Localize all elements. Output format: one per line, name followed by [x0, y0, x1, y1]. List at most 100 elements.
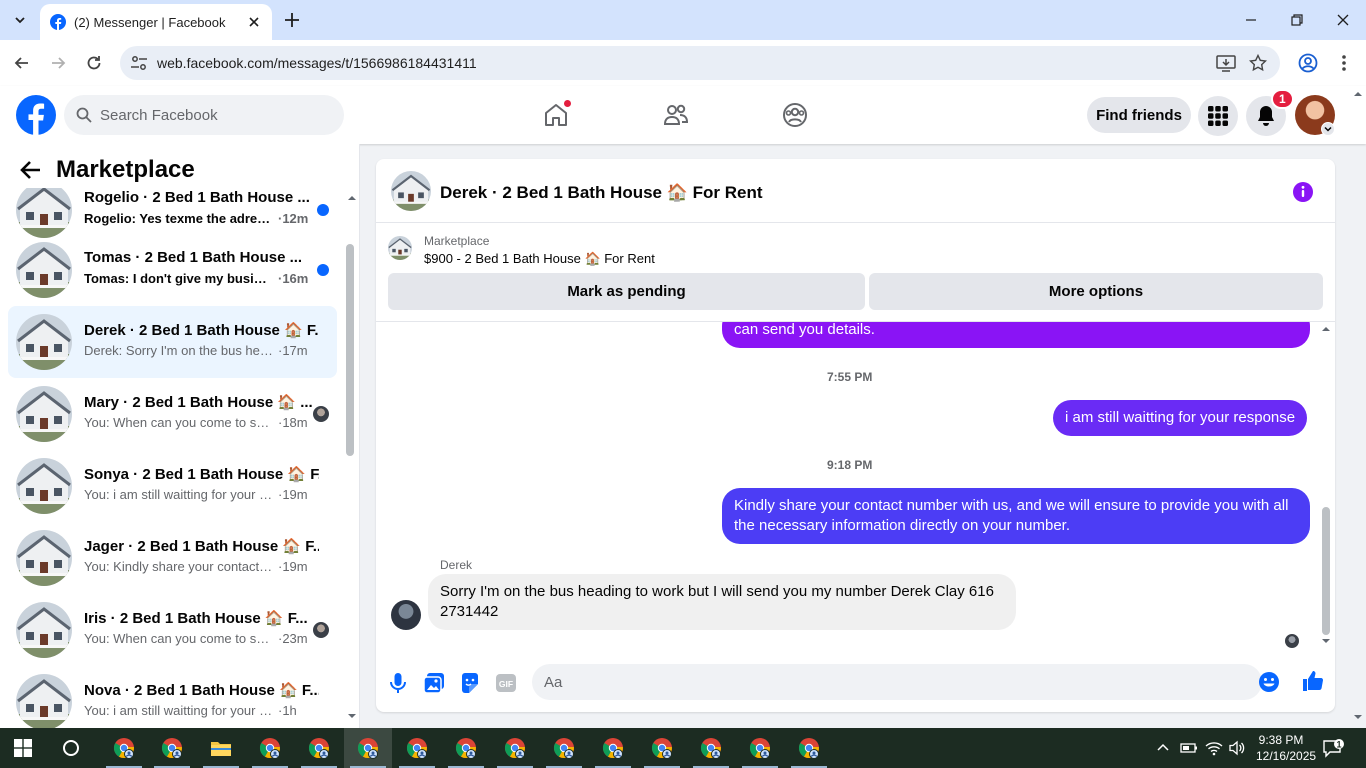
conversation-item[interactable]: Derek · 2 Bed 1 Bath House 🏠 F... Derek: …: [8, 306, 337, 378]
search-input[interactable]: [100, 95, 330, 135]
taskbar-chrome[interactable]: [638, 728, 686, 768]
info-icon[interactable]: [1292, 181, 1314, 203]
site-info-icon[interactable]: [130, 55, 148, 71]
taskbar-chrome[interactable]: [295, 728, 343, 768]
facebook-search[interactable]: [64, 95, 344, 135]
chat-title[interactable]: Derek · 2 Bed 1 Bath House 🏠 For Rent: [440, 183, 763, 203]
microphone-icon[interactable]: [386, 671, 410, 695]
photo-icon[interactable]: [422, 671, 446, 695]
seen-avatar: [313, 406, 329, 422]
outgoing-message[interactable]: can send you details.: [722, 322, 1310, 348]
reload-icon[interactable]: [84, 53, 104, 73]
conversation-item[interactable]: Jager · 2 Bed 1 Bath House 🏠 F... You: Ki…: [8, 522, 337, 594]
notification-badge: 1: [1271, 89, 1294, 109]
taskbar-chrome[interactable]: [736, 728, 784, 768]
wifi-icon[interactable]: [1205, 740, 1223, 756]
menu-button[interactable]: [1198, 96, 1238, 136]
conversation-preview: You: Kindly share your contact nu... ·19m: [84, 559, 308, 574]
install-app-icon[interactable]: [1216, 54, 1236, 72]
conversation-item[interactable]: Sonya · 2 Bed 1 Bath House 🏠 F... You: i …: [8, 450, 337, 522]
listing-thumbnail: [16, 314, 72, 370]
volume-icon[interactable]: [1228, 740, 1246, 756]
listing-mini-thumbnail: [388, 236, 412, 260]
conversation-preview: Rogelio: Yes texme the adress ... ·12m: [84, 211, 308, 226]
taskbar-chrome[interactable]: [687, 728, 735, 768]
scroll-up-arrow-icon[interactable]: [1321, 325, 1331, 333]
conversation-item[interactable]: Iris · 2 Bed 1 Bath House 🏠 F... You: Whe…: [8, 594, 337, 666]
preview-time: ·1h: [278, 703, 297, 718]
listing-thumbnail[interactable]: [391, 171, 431, 211]
taskbar-chrome[interactable]: [246, 728, 294, 768]
friends-icon[interactable]: [663, 102, 689, 128]
listing-thumbnail: [16, 602, 72, 658]
address-bar[interactable]: web.facebook.com/messages/t/156698618443…: [120, 46, 1280, 80]
thumbs-up-icon[interactable]: [1301, 669, 1325, 693]
taskbar-chrome[interactable]: [148, 728, 196, 768]
chat-scrollbar[interactable]: [1322, 507, 1330, 635]
marketplace-listing-bar: Marketplace $900 - 2 Bed 1 Bath House 🏠 …: [376, 224, 1335, 322]
taskbar-chrome[interactable]: [589, 728, 637, 768]
minimize-button[interactable]: [1228, 0, 1274, 40]
taskbar-chrome[interactable]: [344, 728, 392, 768]
listing-price-title[interactable]: $900 - 2 Bed 1 Bath House 🏠 For Rent: [424, 251, 655, 267]
chrome-icon: [455, 738, 476, 759]
taskbar-chrome[interactable]: [785, 728, 833, 768]
mark-pending-button[interactable]: Mark as pending: [388, 273, 865, 310]
message-input-box[interactable]: [532, 664, 1279, 700]
back-arrow-icon[interactable]: [20, 160, 42, 180]
action-center-icon[interactable]: 1: [1322, 739, 1344, 759]
browser-menu-icon[interactable]: [1334, 53, 1354, 73]
conversation-item[interactable]: Mary · 2 Bed 1 Bath House 🏠 ... You: When…: [8, 378, 337, 450]
browser-tab[interactable]: (2) Messenger | Facebook: [40, 4, 272, 40]
taskbar-chrome[interactable]: [393, 728, 441, 768]
sender-name: Derek: [440, 558, 473, 572]
groups-icon[interactable]: [782, 102, 808, 128]
sender-avatar[interactable]: [391, 600, 421, 630]
conversation-name: Derek · 2 Bed 1 Bath House 🏠 F...: [84, 322, 319, 339]
new-tab-icon[interactable]: [282, 10, 302, 30]
show-hidden-icons-chevron-icon[interactable]: [1156, 742, 1170, 752]
scroll-down-arrow-icon[interactable]: [1321, 637, 1331, 645]
close-tab-icon[interactable]: [246, 14, 262, 30]
page-scroll-down-icon[interactable]: [1353, 713, 1363, 721]
system-clock[interactable]: 9:38 PM 12/16/2025: [1256, 732, 1316, 764]
conversation-name: Rogelio · 2 Bed 1 Bath House ...: [84, 189, 310, 206]
tab-search-button[interactable]: [6, 8, 34, 32]
scroll-down-arrow-icon[interactable]: [347, 712, 357, 720]
find-friends-button[interactable]: Find friends: [1087, 97, 1191, 133]
emoji-icon[interactable]: [1258, 671, 1280, 693]
battery-icon[interactable]: [1180, 740, 1198, 756]
gif-icon[interactable]: GIF: [494, 671, 518, 695]
profile-icon[interactable]: [1298, 53, 1318, 73]
conversation-name: Sonya · 2 Bed 1 Bath House 🏠 F...: [84, 466, 319, 483]
cortana-search-icon[interactable]: [62, 739, 80, 757]
back-arrow-icon[interactable]: [12, 53, 32, 73]
close-window-button[interactable]: [1320, 0, 1366, 40]
page-scroll-up-icon[interactable]: [1353, 90, 1363, 98]
action-center-count: 1: [1336, 740, 1341, 750]
conversation-item[interactable]: Tomas · 2 Bed 1 Bath House ... Tomas: I d…: [8, 234, 337, 306]
sticker-icon[interactable]: [458, 671, 482, 695]
list-scrollbar[interactable]: [346, 244, 354, 456]
account-chevron[interactable]: [1321, 122, 1335, 136]
conversation-preview: You: i am still waitting for your resp..…: [84, 703, 297, 718]
taskbar-chrome[interactable]: [491, 728, 539, 768]
preview-time: ·18m: [278, 415, 308, 430]
scroll-up-arrow-icon[interactable]: [347, 194, 357, 202]
incoming-message[interactable]: Sorry I'm on the bus heading to work but…: [428, 574, 1016, 630]
message-input[interactable]: [544, 664, 1224, 700]
bookmark-star-icon[interactable]: [1249, 54, 1267, 72]
more-options-button[interactable]: More options: [869, 273, 1323, 310]
outgoing-message[interactable]: i am still waitting for your response: [1053, 400, 1308, 436]
forward-arrow-icon[interactable]: [48, 53, 68, 73]
facebook-favicon-icon: [50, 14, 66, 30]
windows-start-icon[interactable]: [14, 739, 32, 757]
conversation-item[interactable]: Nova · 2 Bed 1 Bath House 🏠 F... You: i a…: [8, 666, 337, 728]
facebook-logo-icon[interactable]: [16, 95, 56, 135]
taskbar-chrome[interactable]: [100, 728, 148, 768]
outgoing-message[interactable]: Kindly share your contact number with us…: [722, 488, 1310, 544]
taskbar-chrome[interactable]: [442, 728, 490, 768]
taskbar-file-explorer[interactable]: [197, 728, 245, 768]
taskbar-chrome[interactable]: [540, 728, 588, 768]
restore-button[interactable]: [1274, 0, 1320, 40]
